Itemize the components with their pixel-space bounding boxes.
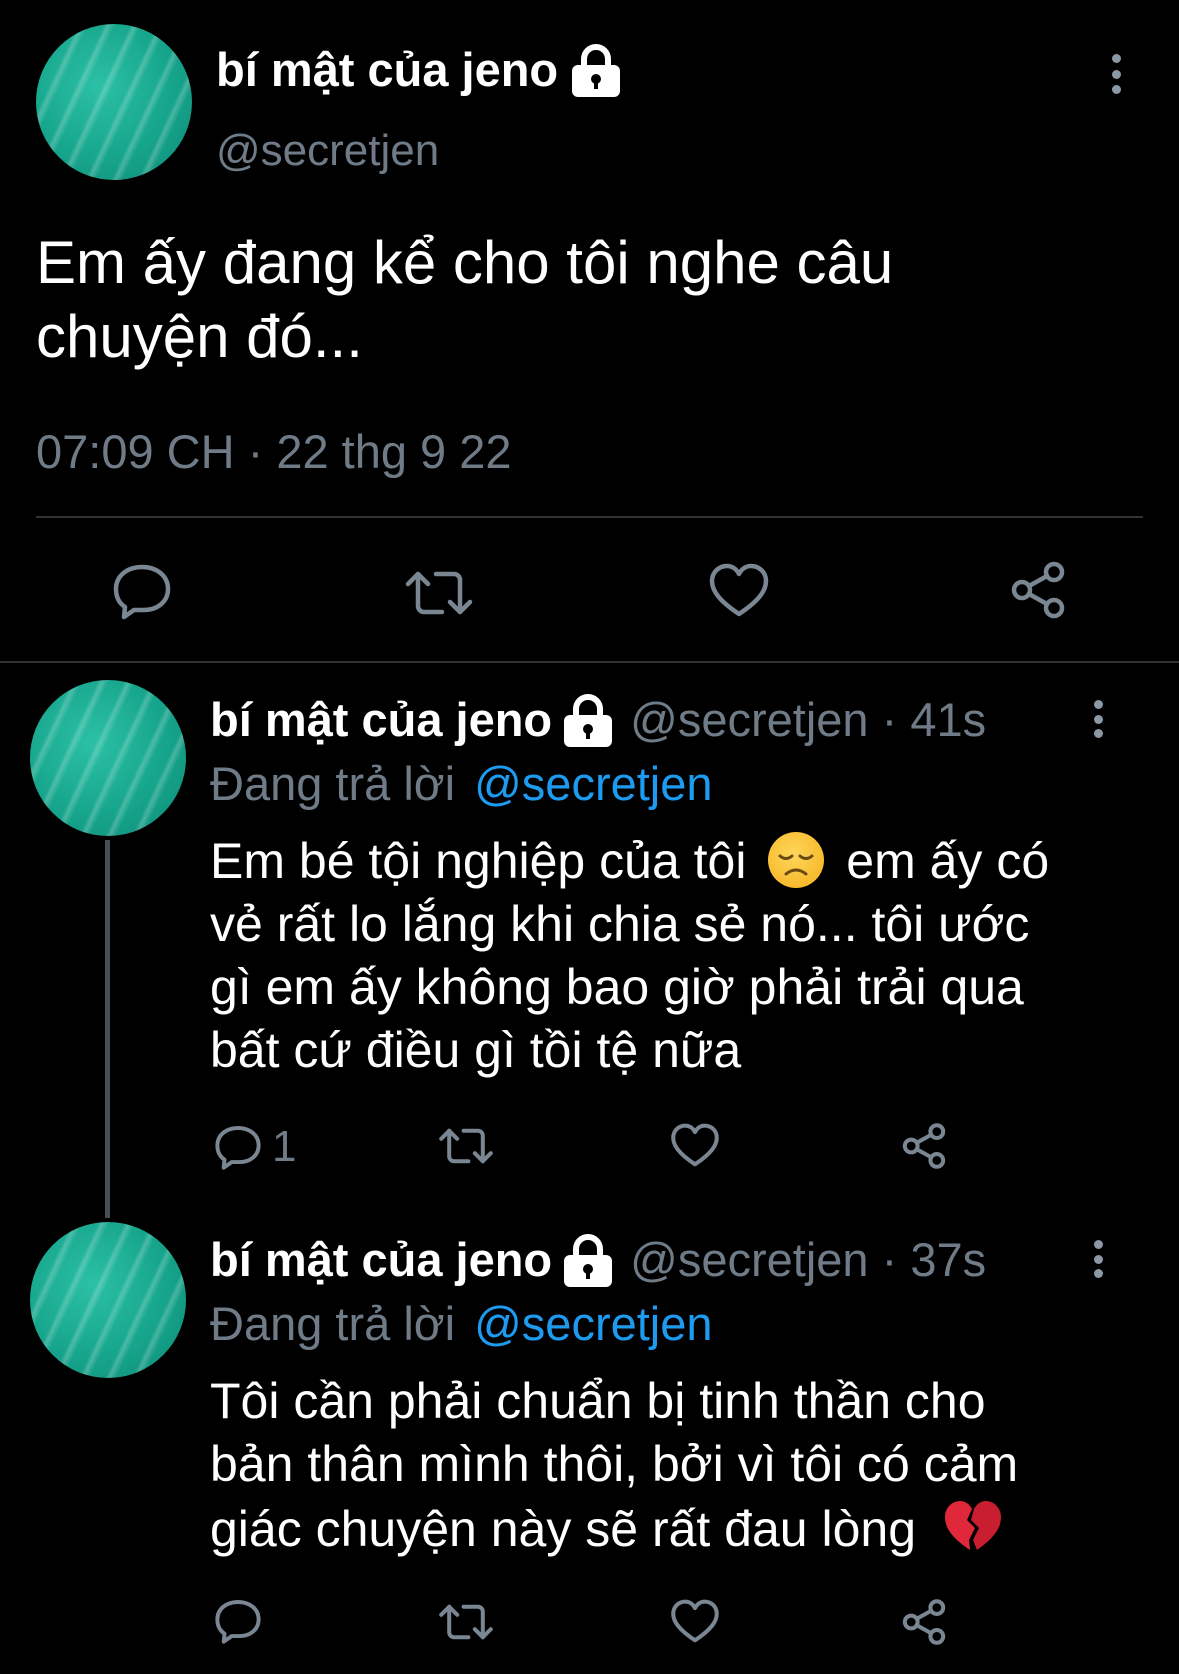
reply-text: gì em ấy không bao giờ phải trải qua [210, 959, 1024, 1015]
disappointed-face-emoji [768, 832, 825, 888]
more-options-icon[interactable] [1109, 54, 1123, 94]
reply-count: 1 [272, 1122, 297, 1171]
like-icon[interactable] [708, 562, 770, 618]
replying-label: Đang trả lời [210, 757, 456, 810]
reply-text: Tôi cần phải chuẩn bị tinh thần cho [210, 1373, 986, 1429]
reply-text: giác chuyện này sẽ rất đau lòng [210, 1501, 917, 1557]
reply-icon[interactable] [112, 562, 172, 620]
like-icon[interactable] [670, 1122, 720, 1168]
tweet-text-line-1: Em ấy đang kể cho tôi nghe câu [36, 229, 894, 296]
broken-heart-emoji [944, 1501, 1001, 1550]
reply-icon[interactable] [214, 1598, 262, 1644]
handle[interactable]: @secretjen [216, 126, 439, 176]
divider [36, 516, 1143, 518]
replying-label: Đang trả lời [210, 1297, 456, 1350]
reply-text: bất cứ điều gì tồi tệ nữa [210, 1022, 742, 1078]
thread-line [105, 840, 110, 1218]
avatar[interactable] [30, 1222, 186, 1378]
section-divider [0, 661, 1179, 663]
display-name[interactable]: bí mật của jeno [216, 42, 558, 97]
retweet-icon[interactable] [438, 1124, 494, 1168]
replying-to-link[interactable]: @secretjen [474, 1297, 712, 1350]
lock-icon [572, 43, 621, 97]
replying-to-link[interactable]: @secretjen [474, 757, 712, 810]
reply-text: bản thân mình thôi, bởi vì tôi có cảm [210, 1436, 1019, 1492]
share-icon[interactable] [900, 1122, 948, 1170]
lock-icon [564, 1233, 613, 1287]
retweet-icon[interactable] [404, 566, 474, 620]
handle-and-time[interactable]: @secretjen · 41s [630, 692, 986, 747]
retweet-icon[interactable] [438, 1600, 494, 1644]
handle-and-time[interactable]: @secretjen · 37s [630, 1232, 986, 1287]
reply-text: vẻ rất lo lắng khi chia sẻ nó... tôi ước [210, 896, 1030, 952]
share-icon[interactable] [1008, 560, 1068, 620]
like-icon[interactable] [670, 1598, 720, 1644]
display-name[interactable]: bí mật của jeno [210, 1232, 552, 1287]
reply-text: Em bé tội nghiệp của tôi [210, 833, 747, 889]
reply-text: em ấy có [846, 833, 1050, 889]
avatar[interactable] [30, 680, 186, 836]
share-icon[interactable] [900, 1598, 948, 1646]
more-options-icon[interactable] [1091, 1240, 1105, 1278]
reply-icon[interactable] [214, 1124, 262, 1170]
more-options-icon[interactable] [1091, 700, 1105, 738]
tweet-text-line-2: chuyện đó... [36, 303, 363, 370]
avatar[interactable] [36, 24, 192, 180]
display-name[interactable]: bí mật của jeno [210, 692, 552, 747]
tweet-timestamp[interactable]: 07:09 CH · 22 thg 9 22 [36, 424, 512, 479]
lock-icon [564, 693, 613, 747]
